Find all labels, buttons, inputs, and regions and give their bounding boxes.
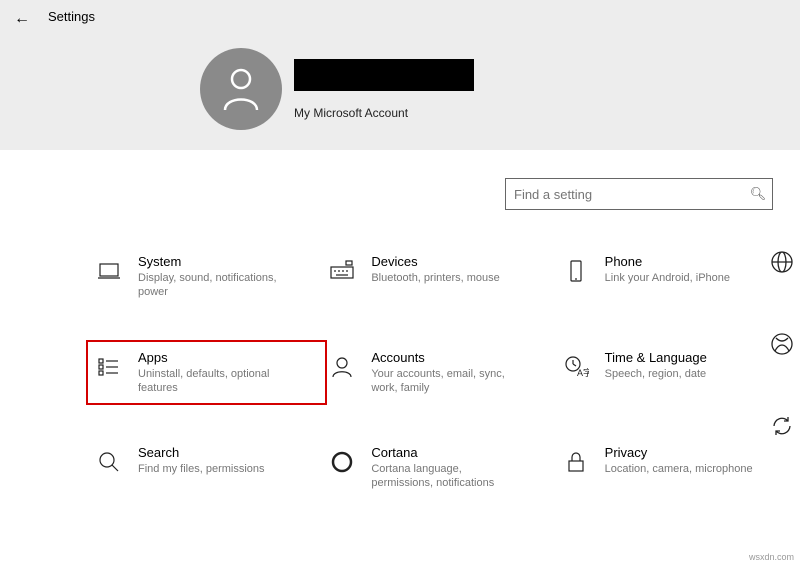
tile-desc: Bluetooth, printers, mouse xyxy=(371,271,499,285)
tile-desc: Link your Android, iPhone xyxy=(605,271,730,285)
settings-grid: System Display, sound, notifications, po… xyxy=(90,248,790,535)
search-input[interactable] xyxy=(506,187,744,202)
tile-privacy[interactable]: Privacy Location, camera, microphone xyxy=(557,439,790,497)
header: ← Settings My Microsoft Account xyxy=(0,0,800,150)
person-icon xyxy=(221,66,261,112)
tile-title: Accounts xyxy=(371,350,521,365)
tile-desc: Cortana language, permissions, notificat… xyxy=(371,462,521,491)
my-microsoft-account-link[interactable]: My Microsoft Account xyxy=(294,106,474,120)
search-icon[interactable]: 🔍︎ xyxy=(744,186,772,202)
tile-title: Privacy xyxy=(605,445,753,460)
tile-devices[interactable]: Devices Bluetooth, printers, mouse xyxy=(323,248,556,306)
redacted-name xyxy=(294,59,474,91)
tile-desc: Your accounts, email, sync, work, family xyxy=(371,367,521,396)
tile-system[interactable]: System Display, sound, notifications, po… xyxy=(90,248,323,306)
page-title: Settings xyxy=(48,9,95,24)
account-box: My Microsoft Account xyxy=(200,48,474,130)
tile-title: Cortana xyxy=(371,445,521,460)
tile-title: Apps xyxy=(138,350,288,365)
keyboard-icon xyxy=(327,256,357,286)
tile-cortana[interactable]: Cortana Cortana language, permissions, n… xyxy=(323,439,556,497)
lock-icon xyxy=(561,447,591,477)
sync-icon[interactable] xyxy=(770,414,794,438)
search-box[interactable]: 🔍︎ xyxy=(505,178,773,210)
tile-phone[interactable]: Phone Link your Android, iPhone xyxy=(557,248,790,306)
tile-title: System xyxy=(138,254,288,269)
clock-globe-icon: A字 xyxy=(561,352,591,382)
magnifier-icon xyxy=(94,447,124,477)
tile-title: Phone xyxy=(605,254,730,269)
tile-desc: Speech, region, date xyxy=(605,367,707,381)
globe-icon[interactable] xyxy=(770,250,794,274)
watermark: wsxdn.com xyxy=(749,552,794,562)
tile-accounts[interactable]: Accounts Your accounts, email, sync, wor… xyxy=(323,344,556,402)
tile-time-language[interactable]: A字 Time & Language Speech, region, date xyxy=(557,344,790,402)
svg-text:A字: A字 xyxy=(577,367,589,378)
apps-list-icon xyxy=(94,352,124,382)
back-button[interactable]: ← xyxy=(14,10,30,28)
cortana-icon xyxy=(327,447,357,477)
tile-desc: Find my files, permissions xyxy=(138,462,265,476)
person-outline-icon xyxy=(327,352,357,382)
xbox-icon[interactable] xyxy=(770,332,794,356)
avatar xyxy=(200,48,282,130)
tile-desc: Uninstall, defaults, optional features xyxy=(138,367,288,396)
account-text: My Microsoft Account xyxy=(294,59,474,120)
tile-title: Time & Language xyxy=(605,350,707,365)
tile-title: Search xyxy=(138,445,265,460)
phone-icon xyxy=(561,256,591,286)
tile-search[interactable]: Search Find my files, permissions xyxy=(90,439,323,497)
tile-desc: Location, camera, microphone xyxy=(605,462,753,476)
account-email xyxy=(294,91,474,102)
laptop-icon xyxy=(94,256,124,286)
side-icons xyxy=(764,250,800,438)
tile-desc: Display, sound, notifications, power xyxy=(138,271,288,300)
tile-apps[interactable]: Apps Uninstall, defaults, optional featu… xyxy=(90,344,323,402)
tile-title: Devices xyxy=(371,254,499,269)
